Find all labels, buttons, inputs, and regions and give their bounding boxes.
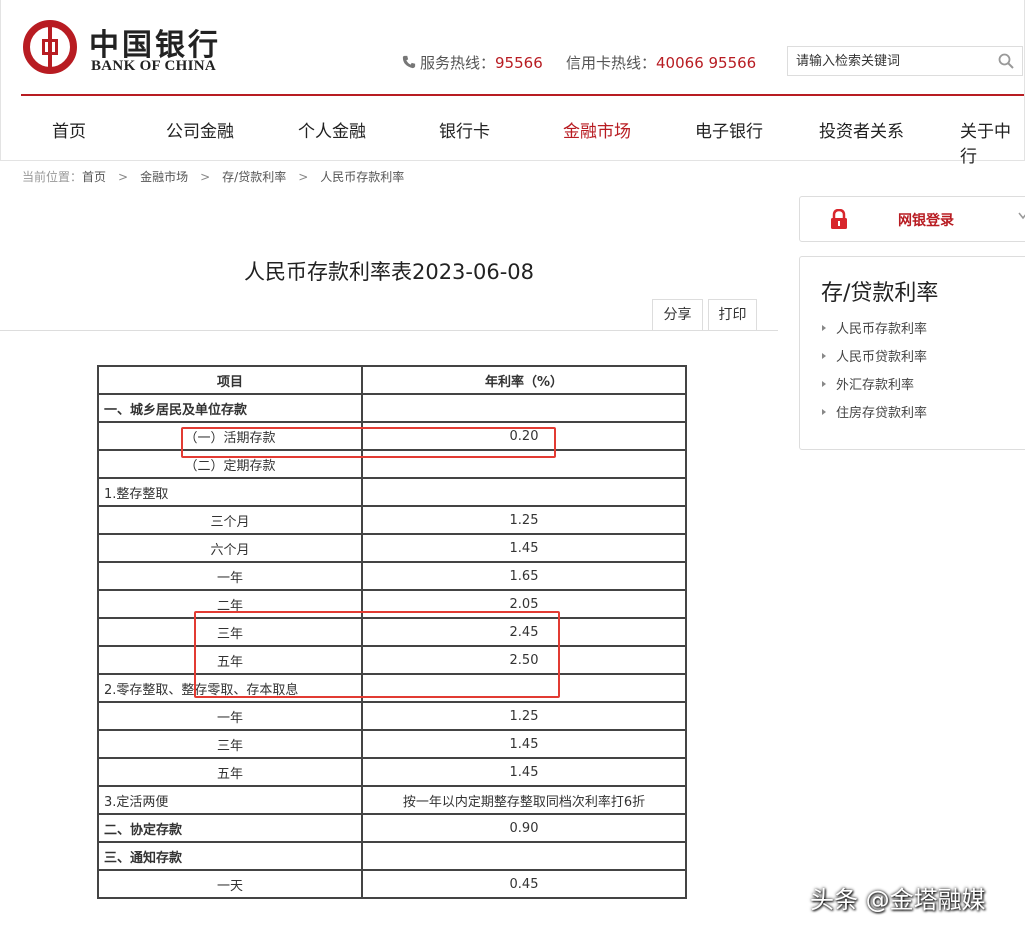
breadcrumb-prefix: 当前位置： xyxy=(22,170,83,184)
header-divider xyxy=(21,94,1024,96)
table-row: 六个月 1.45 xyxy=(97,533,687,563)
table-row: 一天 0.45 xyxy=(97,869,687,899)
rate-cell: 1.45 xyxy=(361,757,687,787)
credit-hotline-label: 信用卡热线： xyxy=(566,54,657,72)
sidebar-item-fx-deposit-rates[interactable]: 外汇存款利率 xyxy=(822,374,914,393)
chevron-down-icon xyxy=(1018,212,1025,220)
share-button[interactable]: 分享 xyxy=(652,299,703,331)
sidebar-item-label: 住房存贷款利率 xyxy=(836,406,928,421)
item-cell: 一天 xyxy=(97,869,363,899)
item-cell: 一年 xyxy=(97,701,363,731)
highlight-demand-deposit xyxy=(181,427,556,458)
rate-cell xyxy=(361,393,687,423)
rate-cell: 0.45 xyxy=(361,869,687,899)
sidebar-title: 存/贷款利率 xyxy=(821,281,939,306)
service-hotline-label: 服务热线： xyxy=(420,54,496,72)
nav-investor-relations[interactable]: 投资者关系 xyxy=(819,117,904,142)
breadcrumb-current: 人民币存款利率 xyxy=(320,170,405,184)
nav-financial-markets[interactable]: 金融市场 xyxy=(563,117,631,142)
table-row: 1.整存整取 xyxy=(97,477,687,507)
breadcrumb-rates[interactable]: 存/贷款利率 xyxy=(222,170,286,184)
table-row: 二、协定存款 0.90 xyxy=(97,813,687,843)
sidebar-item-label: 外汇存款利率 xyxy=(836,378,915,393)
table-row: 一年 1.25 xyxy=(97,701,687,731)
item-cell: 一年 xyxy=(97,561,363,591)
sidebar-item-label: 人民币存款利率 xyxy=(836,322,928,337)
breadcrumb-separator: > xyxy=(118,170,129,184)
rate-cell: 1.25 xyxy=(361,505,687,535)
search-input[interactable] xyxy=(794,53,988,70)
phone-icon xyxy=(402,55,416,69)
bullet-arrow-icon xyxy=(822,381,826,387)
highlight-fixed-term-rates xyxy=(194,611,560,698)
rate-cell: 1.45 xyxy=(361,729,687,759)
table-header-row: 项目 年利率（%） xyxy=(97,365,687,395)
nav-personal-banking[interactable]: 个人金融 xyxy=(298,117,366,142)
ebank-login-label: 网银登录 xyxy=(898,213,954,229)
header-annual-rate: 年利率（%） xyxy=(361,365,687,395)
bullet-arrow-icon xyxy=(822,353,826,359)
bullet-arrow-icon xyxy=(822,325,826,331)
breadcrumb-separator: > xyxy=(200,170,211,184)
nav-e-banking[interactable]: 电子银行 xyxy=(695,117,763,142)
breadcrumb-financial-markets[interactable]: 金融市场 xyxy=(140,170,188,184)
watermark: 头条 @金塔融媒 xyxy=(810,886,986,914)
item-cell: 三个月 xyxy=(97,505,363,535)
table-row: 三个月 1.25 xyxy=(97,505,687,535)
boc-logo-icon xyxy=(23,20,77,74)
table-row: 三年 1.45 xyxy=(97,729,687,759)
search-icon[interactable] xyxy=(998,53,1014,69)
rate-cell: 1.45 xyxy=(361,533,687,563)
print-button[interactable]: 打印 xyxy=(708,299,757,331)
sidebar-item-rmb-loan-rates[interactable]: 人民币贷款利率 xyxy=(822,346,927,365)
table-row: 三、通知存款 xyxy=(97,841,687,871)
search-box xyxy=(787,46,1023,76)
nav-bank-card[interactable]: 银行卡 xyxy=(439,117,490,142)
table-row: 3.定活两便 按一年以内定期整存整取同档次利率打6折 xyxy=(97,785,687,815)
sidebar-item-label: 人民币贷款利率 xyxy=(836,350,928,365)
lock-icon xyxy=(831,209,847,229)
bullet-arrow-icon xyxy=(822,409,826,415)
breadcrumb: 当前位置：首页 > 金融市场 > 存/贷款利率 > 人民币存款利率 xyxy=(22,168,404,185)
table-row: 五年 1.45 xyxy=(97,757,687,787)
item-cell: 3.定活两便 xyxy=(97,785,363,815)
nav-corporate-banking[interactable]: 公司金融 xyxy=(166,117,234,142)
rate-cell: 1.65 xyxy=(361,561,687,591)
rate-cell xyxy=(361,841,687,871)
site-header: 中国银行 BANK OF CHINA 服务热线：95566 信用卡热线：4006… xyxy=(0,0,1025,167)
header-item: 项目 xyxy=(97,365,363,395)
breadcrumb-separator: > xyxy=(298,170,309,184)
service-hotline: 服务热线：95566 xyxy=(402,52,543,73)
ebank-login-button[interactable]: 网银登录 xyxy=(799,196,1025,242)
item-cell: 二、协定存款 xyxy=(97,813,363,843)
sidebar-item-housing-rates[interactable]: 住房存贷款利率 xyxy=(822,402,927,421)
logo-text-en: BANK OF CHINA xyxy=(91,58,217,74)
rate-cell: 1.25 xyxy=(361,701,687,731)
service-hotline-number: 95566 xyxy=(495,54,543,72)
sidebar-rates-menu: 存/贷款利率 人民币存款利率 人民币贷款利率 外汇存款利率 住房存贷款利率 xyxy=(799,256,1025,450)
item-cell: 六个月 xyxy=(97,533,363,563)
rate-cell: 按一年以内定期整存整取同档次利率打6折 xyxy=(361,785,687,815)
page-title: 人民币存款利率表2023-06-08 xyxy=(243,260,535,284)
item-cell: 三、通知存款 xyxy=(97,841,363,871)
item-cell: 一、城乡居民及单位存款 xyxy=(97,393,363,423)
nav-about-boc[interactable]: 关于中行 xyxy=(960,117,1024,167)
credit-hotline: 信用卡热线：40066 95566 xyxy=(566,52,756,73)
item-cell: 三年 xyxy=(97,729,363,759)
rate-cell xyxy=(361,477,687,507)
item-cell: 五年 xyxy=(97,757,363,787)
table-row: 一、城乡居民及单位存款 xyxy=(97,393,687,423)
rate-cell: 0.90 xyxy=(361,813,687,843)
breadcrumb-home[interactable]: 首页 xyxy=(82,170,106,184)
title-divider xyxy=(0,330,778,331)
table-row: 一年 1.65 xyxy=(97,561,687,591)
nav-home[interactable]: 首页 xyxy=(52,117,86,142)
item-cell: 1.整存整取 xyxy=(97,477,363,507)
sidebar-item-rmb-deposit-rates[interactable]: 人民币存款利率 xyxy=(822,318,927,337)
credit-hotline-number: 40066 95566 xyxy=(656,54,757,72)
bank-logo[interactable]: 中国银行 BANK OF CHINA xyxy=(23,18,223,78)
